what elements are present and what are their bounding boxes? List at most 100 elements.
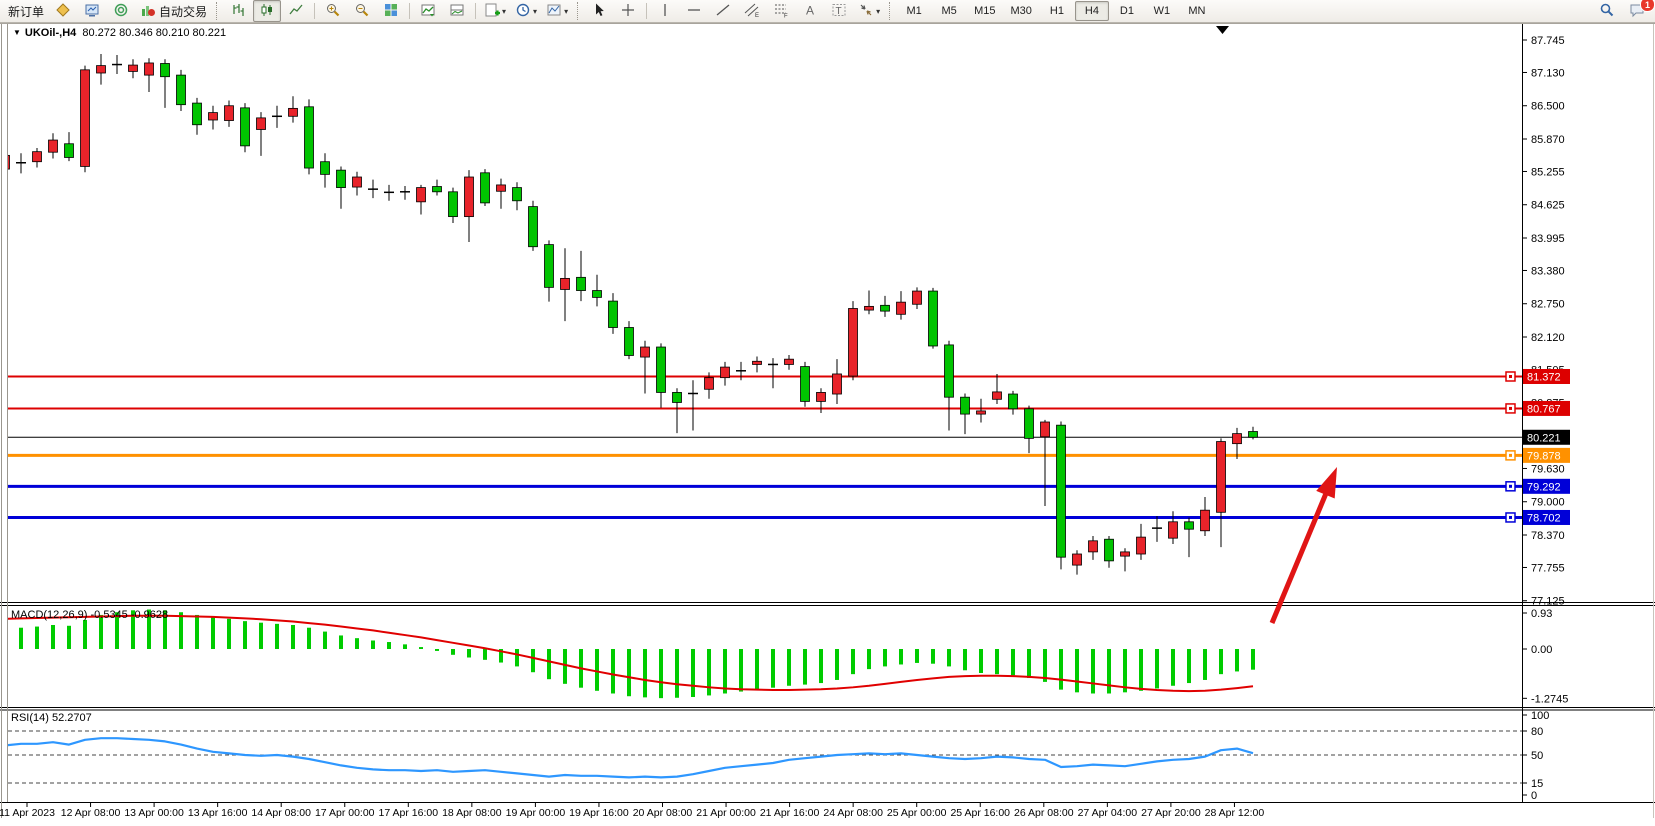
navigator-button[interactable]	[107, 0, 135, 22]
candle	[881, 305, 890, 311]
indicators-button[interactable]	[414, 0, 442, 22]
candle	[305, 107, 314, 168]
trading-platform-window: 新订单 自动交易	[0, 0, 1655, 826]
time-tick-label: 19 Apr 00:00	[506, 807, 566, 819]
time-tick-label: 25 Apr 16:00	[950, 807, 1010, 819]
symbol-ohlc-label[interactable]: ▼UKOil-,H4 80.272 80.346 80.210 80.221	[13, 27, 226, 39]
toolbar-right-group: 1	[1593, 0, 1651, 22]
market-watch-button[interactable]	[49, 0, 77, 22]
arrows-button[interactable]: ▾	[854, 0, 884, 22]
candlestick-chart-button[interactable]	[253, 0, 281, 22]
candle	[209, 113, 218, 120]
candle	[945, 345, 954, 397]
equidistant-channel-icon: E	[744, 2, 760, 21]
tile-windows-icon	[383, 2, 399, 21]
candle	[1025, 409, 1034, 439]
timeframe-button-mn[interactable]: MN	[1180, 1, 1214, 21]
timeframe-button-h1[interactable]: H1	[1040, 1, 1074, 21]
time-tick-label: 28 Apr 12:00	[1205, 807, 1265, 819]
timeframe-button-m1[interactable]: M1	[897, 1, 931, 21]
price-tick-label: 83.995	[1531, 233, 1565, 245]
candle	[1073, 554, 1082, 565]
price-tick-label: 86.500	[1531, 101, 1565, 113]
vertical-line-button[interactable]	[651, 0, 679, 22]
toolbar-separator	[409, 3, 410, 19]
new-order-button[interactable]: 新订单	[4, 0, 48, 22]
line-chart-icon	[288, 2, 304, 21]
candle	[257, 118, 266, 130]
toolbar-separator	[475, 3, 476, 19]
new-chart-button[interactable]: ▾	[480, 0, 510, 22]
crosshair-button[interactable]	[614, 0, 642, 22]
candle	[177, 75, 186, 105]
time-tick-label: 21 Apr 16:00	[760, 807, 820, 819]
template-button[interactable]: ▾	[542, 0, 572, 22]
trendline-button[interactable]	[709, 0, 737, 22]
fibonacci-button[interactable]: F	[767, 0, 795, 22]
time-tick-label: 17 Apr 00:00	[315, 807, 375, 819]
axis-price-flag-label: 78.702	[1527, 512, 1561, 524]
autotrading-button[interactable]: 自动交易	[136, 0, 211, 22]
terminal-button[interactable]	[78, 0, 106, 22]
timeframe-toolbar: M1M5M15M30H1H4D1W1MN	[897, 1, 1214, 21]
terminal-icon	[84, 2, 100, 21]
candle	[433, 187, 442, 192]
macd-tick-label: 0.93	[1531, 608, 1552, 620]
candle	[1089, 541, 1098, 552]
candle	[81, 70, 90, 167]
new-chart-icon	[484, 2, 500, 21]
candle	[161, 63, 170, 76]
search-button[interactable]	[1593, 0, 1621, 22]
notifications-button[interactable]: 1	[1623, 0, 1651, 22]
chart-canvas[interactable]: 87.74587.13086.50085.87085.25584.62583.9…	[0, 0, 1655, 826]
candle	[529, 207, 538, 247]
candle	[321, 162, 330, 175]
candle	[593, 291, 602, 298]
axis-price-flag-label: 79.292	[1527, 481, 1561, 493]
candle	[1185, 522, 1194, 529]
indicator-list-button[interactable]	[443, 0, 471, 22]
candle	[337, 170, 346, 187]
equidistant-channel-button[interactable]: E	[738, 0, 766, 22]
tile-windows-button[interactable]	[377, 0, 405, 22]
cursor-button[interactable]	[585, 0, 613, 22]
text-button[interactable]: A	[796, 0, 824, 22]
candle	[913, 291, 922, 304]
timeframe-button-w1[interactable]: W1	[1145, 1, 1179, 21]
timeframe-button-h4[interactable]: H4	[1075, 1, 1109, 21]
text-label-button[interactable]: T	[825, 0, 853, 22]
candle	[1057, 425, 1066, 557]
candle	[417, 188, 426, 202]
horizontal-line-button[interactable]	[680, 0, 708, 22]
candle	[1105, 539, 1114, 561]
bars-chart-icon	[230, 2, 246, 21]
time-tick-label: 27 Apr 20:00	[1141, 807, 1201, 819]
candle	[929, 291, 938, 346]
bars-chart-button[interactable]	[224, 0, 252, 22]
candle	[513, 188, 522, 201]
collapse-icon[interactable]: ▼	[13, 28, 21, 37]
zoom-out-button[interactable]	[348, 0, 376, 22]
zoom-in-button[interactable]	[319, 0, 347, 22]
timeframe-button-m5[interactable]: M5	[932, 1, 966, 21]
template-icon	[546, 2, 562, 21]
rsi-indicator-label: RSI(14) 52.2707	[11, 712, 92, 724]
candle	[193, 103, 202, 125]
candle	[449, 192, 458, 217]
autotrading-label: 自动交易	[159, 3, 207, 20]
timeframe-button-m30[interactable]: M30	[1004, 1, 1039, 21]
rsi-tick-label: 15	[1531, 778, 1543, 790]
line-chart-button[interactable]	[282, 0, 310, 22]
candle	[33, 152, 42, 162]
candle	[1249, 432, 1258, 438]
period-button[interactable]: ▾	[511, 0, 541, 22]
candle	[145, 63, 154, 75]
timeframe-button-d1[interactable]: D1	[1110, 1, 1144, 21]
timeframe-button-m15[interactable]: M15	[967, 1, 1002, 21]
svg-text:E: E	[755, 13, 759, 18]
candle	[625, 327, 634, 355]
zoom-in-icon	[325, 2, 341, 21]
candle	[1217, 442, 1226, 513]
rsi-current-value: 52.2707	[52, 712, 92, 724]
axis-price-flag-label: 81.372	[1527, 371, 1561, 383]
